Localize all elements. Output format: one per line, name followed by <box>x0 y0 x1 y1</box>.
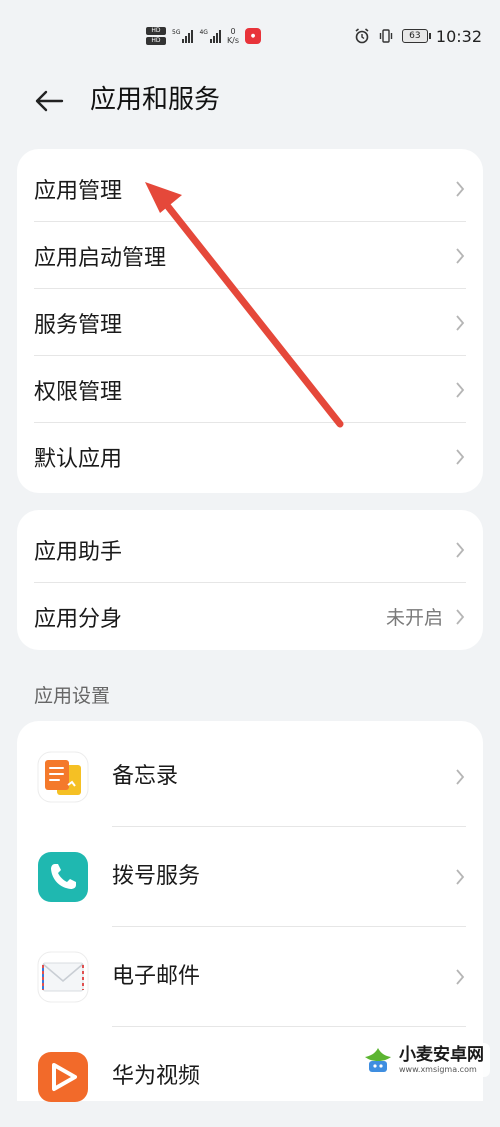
row-label: 默认应用 <box>34 446 123 472</box>
app-row-notes[interactable]: 备忘录 <box>17 727 483 827</box>
page-title: 应用和服务 <box>90 85 221 115</box>
row-app-launch-management[interactable]: 应用启动管理 <box>17 222 483 289</box>
section-title-app-settings: 应用设置 <box>34 685 111 707</box>
row-label: 服务管理 <box>34 312 123 338</box>
hd-badge-2: HD <box>146 37 166 45</box>
chevron-right-icon <box>456 314 465 331</box>
clock: 10:32 <box>435 26 482 46</box>
watermark: 小麦安卓网 www.xmsigma.com <box>355 1043 490 1077</box>
status-bar: HD HD 5G 4G 0 K/s ● 63 10:32 <box>0 0 500 72</box>
row-app-management[interactable]: 应用管理 <box>17 155 483 222</box>
hd-indicators: HD HD <box>146 27 166 45</box>
app-label: 拨号服务 <box>112 864 201 889</box>
app-twin-status: 未开启 <box>385 607 443 629</box>
app-label: 备忘录 <box>112 764 179 789</box>
watermark-main: 小麦安卓网 <box>399 1045 484 1065</box>
chevron-right-icon <box>456 381 465 398</box>
app-row-video[interactable]: 华为视频 <box>17 1027 483 1127</box>
row-permission-management[interactable]: 权限管理 <box>17 356 483 423</box>
network-speed: 0 K/s <box>226 27 240 45</box>
signal-5g-icon: 5G <box>172 29 194 43</box>
row-label: 权限管理 <box>34 379 123 405</box>
app-assistant-card: 应用助手 应用分身 未开启 <box>17 510 483 650</box>
watermark-logo-icon <box>365 1048 391 1072</box>
chevron-right-icon <box>456 969 465 985</box>
phone-icon <box>37 851 89 903</box>
page-header: 应用和服务 <box>0 72 500 132</box>
chevron-right-icon <box>456 869 465 885</box>
chevron-right-icon <box>456 247 465 264</box>
app-label: 华为视频 <box>112 1064 201 1089</box>
row-label: 应用启动管理 <box>34 245 167 271</box>
battery-icon: 63 <box>401 29 431 43</box>
chevron-right-icon <box>456 180 465 197</box>
chevron-right-icon <box>456 448 465 465</box>
app-row-email[interactable]: 电子邮件 <box>17 927 483 1027</box>
chevron-right-icon <box>456 541 465 558</box>
back-arrow-icon <box>35 90 64 112</box>
row-label: 应用分身 <box>34 606 123 632</box>
alarm-icon <box>355 28 369 44</box>
notes-icon <box>37 751 89 803</box>
row-app-twin[interactable]: 应用分身 未开启 <box>17 583 483 650</box>
row-app-assistant[interactable]: 应用助手 <box>17 516 483 583</box>
watermark-text: 小麦安卓网 www.xmsigma.com <box>399 1045 484 1075</box>
vibrate-icon <box>379 29 393 43</box>
app-label: 电子邮件 <box>112 964 201 989</box>
row-default-apps[interactable]: 默认应用 <box>17 423 483 490</box>
chevron-right-icon <box>456 608 465 625</box>
email-icon <box>37 951 89 1003</box>
app-row-dialer[interactable]: 拨号服务 <box>17 827 483 927</box>
app-management-card: 应用管理 应用启动管理 服务管理 权限管理 默认应用 <box>17 149 483 493</box>
chevron-right-icon <box>456 769 465 785</box>
watermark-url: www.xmsigma.com <box>399 1065 477 1074</box>
hd-badge-1: HD <box>146 27 166 35</box>
row-label: 应用管理 <box>34 178 123 204</box>
back-button[interactable] <box>32 84 66 118</box>
row-service-management[interactable]: 服务管理 <box>17 289 483 356</box>
notification-app-icon: ● <box>245 28 262 44</box>
signal-4g-icon: 4G <box>199 29 221 43</box>
row-label: 应用助手 <box>34 539 123 565</box>
status-right-icons: 63 10:32 <box>354 24 482 48</box>
video-icon <box>37 1051 89 1103</box>
status-left-icons: HD HD 5G 4G 0 K/s ● <box>146 22 262 50</box>
